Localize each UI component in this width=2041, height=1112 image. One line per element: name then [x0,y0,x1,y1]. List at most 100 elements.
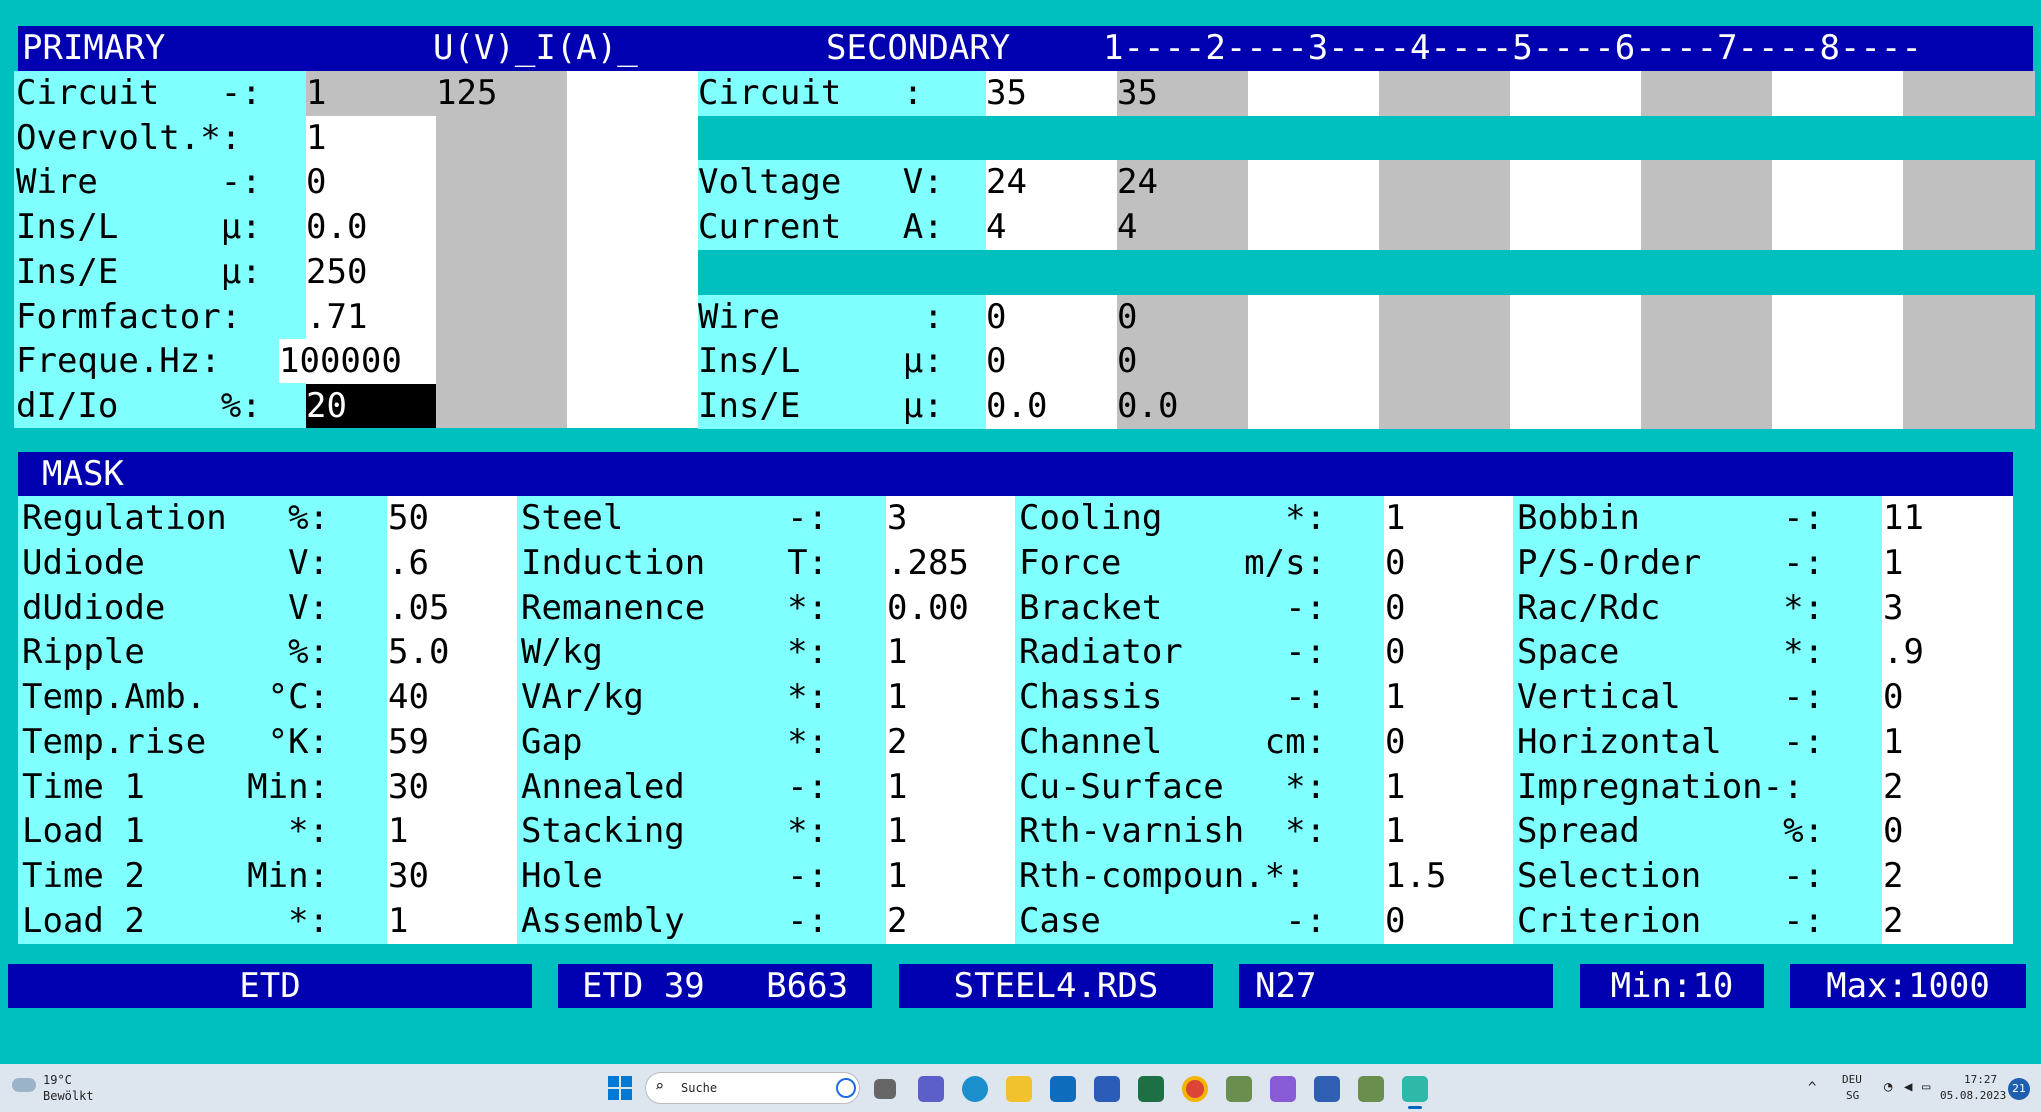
secondary-cell[interactable] [1641,160,1773,206]
secondary-cell[interactable] [1903,383,2035,430]
outlook-icon[interactable] [1050,1076,1076,1102]
secondary-cell[interactable] [1772,383,1904,430]
primary-value-input[interactable]: 1 [306,116,326,160]
mask-value-input[interactable]: .05 [388,586,449,630]
secondary-value-1[interactable]: 35 [986,71,1027,115]
secondary-cell[interactable] [1772,339,1904,385]
secondary-cell[interactable] [1903,205,2035,251]
secondary-cell[interactable] [1248,294,1380,340]
mask-value-input[interactable]: 1 [887,630,907,674]
primary-active-input[interactable]: 20 [306,384,347,428]
mask-value-input[interactable]: 50 [388,496,429,540]
secondary-cell[interactable] [1248,383,1380,430]
primary-value-input[interactable]: .71 [306,295,367,339]
secondary-cell[interactable] [1379,160,1511,206]
calculator-icon[interactable] [1402,1076,1428,1102]
secondary-value-2[interactable]: 24 [1117,160,1158,204]
visual-studio-icon[interactable] [1270,1076,1296,1102]
secondary-cell[interactable] [1772,71,1904,117]
secondary-value-1[interactable]: 4 [986,205,1006,249]
secondary-cell[interactable] [1903,339,2035,385]
task-view-icon[interactable] [874,1079,896,1099]
secondary-value-2[interactable]: 4 [1117,205,1137,249]
wifi-icon[interactable]: ◔ [1884,1080,1892,1094]
secondary-value-2[interactable]: 0 [1117,295,1137,339]
mask-value-input[interactable]: 1 [388,899,408,943]
mask-value-input[interactable]: .285 [887,541,969,585]
footer-steel-file[interactable]: STEEL4.RDS [899,964,1213,1008]
mask-value-input[interactable]: 1.5 [1385,854,1446,898]
mask-value-input[interactable]: 1 [887,765,907,809]
clock-date[interactable]: 05.08.2023 [1940,1089,2006,1103]
mask-value-input[interactable]: .6 [388,541,429,585]
secondary-cell[interactable] [1248,71,1380,117]
mask-value-input[interactable]: 11 [1883,496,1924,540]
footer-min[interactable]: Min:10 [1580,964,1764,1008]
teams-icon[interactable] [918,1076,944,1102]
language-indicator[interactable]: DEU [1842,1073,1862,1087]
secondary-cell[interactable] [1641,205,1773,251]
secondary-cell[interactable] [1510,205,1642,251]
secondary-cell[interactable] [1772,205,1904,251]
z-app-2-icon[interactable] [1358,1076,1384,1102]
mask-value-input[interactable]: 2 [1883,899,1903,943]
mask-value-input[interactable]: 0 [1385,899,1405,943]
secondary-cell[interactable] [1379,205,1511,251]
mask-value-input[interactable]: 3 [1883,586,1903,630]
footer-max[interactable]: Max:1000 [1790,964,2026,1008]
secondary-cell[interactable] [1248,160,1380,206]
secondary-cell[interactable] [1641,383,1773,430]
z-app-icon[interactable] [1226,1076,1252,1102]
mask-value-input[interactable]: 0 [1883,809,1903,853]
secondary-cell[interactable] [1379,339,1511,385]
tray-chevron-icon[interactable]: ^ [1808,1081,1816,1095]
mask-value-input[interactable]: 1 [388,809,408,853]
secondary-cell[interactable] [1510,160,1642,206]
mask-value-input[interactable]: 0 [1385,630,1405,674]
bing-icon[interactable] [836,1078,856,1098]
battery-icon[interactable]: ▭ [1922,1080,1930,1094]
weather-cloud-icon[interactable] [12,1078,36,1092]
secondary-cell[interactable] [1641,294,1773,340]
windows-start-icon[interactable] [608,1076,632,1100]
taskbar-search-box[interactable] [645,1072,860,1104]
mask-value-input[interactable]: 30 [388,765,429,809]
mask-value-input[interactable]: 1 [1883,720,1903,764]
mask-value-input[interactable]: 40 [388,675,429,719]
mask-value-input[interactable]: 59 [388,720,429,764]
file-explorer-icon[interactable] [1006,1076,1032,1102]
mask-value-input[interactable]: 3 [887,496,907,540]
secondary-value-1[interactable]: 0 [986,295,1006,339]
primary-value-input[interactable]: 0 [306,160,326,204]
mask-value-input[interactable]: 0 [1385,541,1405,585]
mask-value-input[interactable]: 0.00 [887,586,969,630]
secondary-value-2[interactable]: 0.0 [1117,384,1178,428]
mask-value-input[interactable]: 30 [388,854,429,898]
excel-icon[interactable] [1138,1076,1164,1102]
primary-value-input[interactable]: 1 [306,71,326,115]
primary-extra-value[interactable]: 125 [436,71,497,115]
secondary-cell[interactable] [1510,71,1642,117]
secondary-cell[interactable] [1903,294,2035,340]
mask-value-input[interactable]: 1 [887,809,907,853]
secondary-cell[interactable] [1379,294,1511,340]
secondary-cell[interactable] [1772,160,1904,206]
edge-icon[interactable] [962,1076,988,1102]
mask-value-input[interactable]: 2 [1883,854,1903,898]
mask-value-input[interactable]: 5.0 [388,630,449,674]
clock-time[interactable]: 17:27 [1964,1073,1997,1087]
secondary-cell[interactable] [1641,71,1773,117]
secondary-cell[interactable] [1510,383,1642,430]
secondary-cell[interactable] [1379,383,1511,430]
chrome-icon[interactable] [1182,1076,1208,1102]
mask-value-input[interactable]: 1 [1385,809,1405,853]
mask-value-input[interactable]: 1 [1385,496,1405,540]
mask-value-input[interactable]: 0 [1385,586,1405,630]
mask-value-input[interactable]: 2 [887,899,907,943]
secondary-value-1[interactable]: 24 [986,160,1027,204]
mask-value-input[interactable]: 2 [887,720,907,764]
secondary-cell[interactable] [1772,294,1904,340]
mask-value-input[interactable]: 1 [1385,765,1405,809]
mask-value-input[interactable]: 2 [1883,765,1903,809]
notification-badge[interactable]: 21 [2008,1078,2030,1100]
